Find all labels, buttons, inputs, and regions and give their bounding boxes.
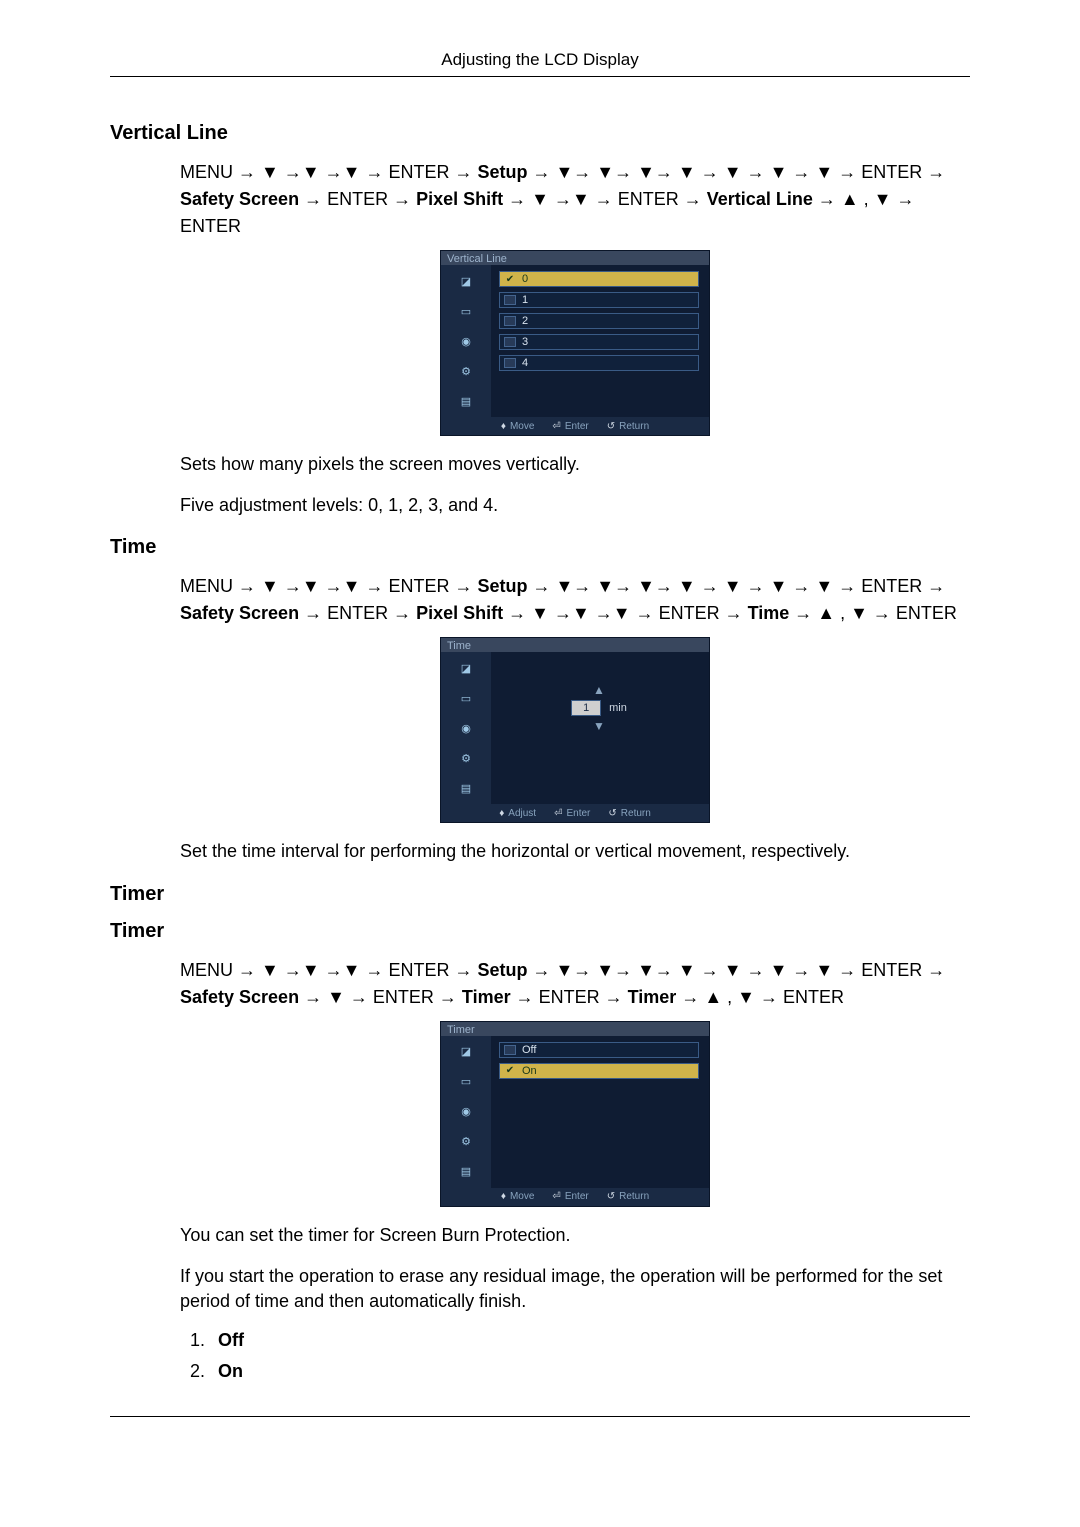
osd-timer: Timer ◪ ▭ ◉ ⚙ ▤ Off ✔On ♦Move: [440, 1021, 710, 1207]
nav-path-vertical-line: MENU → ▼ →▼ →▼ → ENTER → Setup → ▼→ ▼→ ▼…: [180, 159, 970, 240]
heading-timer-1: Timer: [110, 883, 970, 906]
vertical-line-desc-2: Five adjustment levels: 0, 1, 2, 3, and …: [180, 493, 970, 518]
heading-time: Time: [110, 536, 970, 559]
check-icon: ✔: [504, 274, 516, 284]
multi-icon: ▤: [451, 391, 481, 411]
enter-icon: ⏎: [554, 808, 562, 819]
check-icon: ✔: [504, 1066, 516, 1076]
osd-vertical-line: Vertical Line ◪ ▭ ◉ ⚙ ▤ ✔0 1 2 3 4: [440, 250, 710, 436]
picture-icon: ◪: [451, 271, 481, 291]
power-icon: ◉: [451, 331, 481, 351]
enter-icon: ⏎: [552, 421, 560, 432]
return-icon: ↺: [607, 421, 615, 432]
nav-path-time: MENU → ▼ →▼ →▼ → ENTER → Setup → ▼→ ▼→ ▼…: [180, 573, 970, 627]
osd-title: Vertical Line: [441, 251, 709, 265]
gear-icon: ⚙: [451, 361, 481, 381]
heading-timer-2: Timer: [110, 920, 970, 943]
check-icon: [504, 1045, 516, 1055]
input-icon: ▭: [451, 301, 481, 321]
list-item: On: [210, 1361, 970, 1382]
osd-option[interactable]: 4: [499, 355, 699, 371]
enter-icon: ⏎: [552, 1191, 560, 1202]
timer-desc-1: You can set the timer for Screen Burn Pr…: [180, 1223, 970, 1248]
timer-options-list: Off On: [210, 1330, 970, 1382]
list-item: Off: [210, 1330, 970, 1351]
osd-option[interactable]: 3: [499, 334, 699, 350]
check-icon: [504, 337, 516, 347]
osd-foot: ♦Move ⏎Enter ↺Return: [441, 417, 709, 435]
vertical-line-desc-1: Sets how many pixels the screen moves ve…: [180, 452, 970, 477]
return-icon: ↺: [607, 1191, 615, 1202]
time-desc: Set the time interval for performing the…: [180, 839, 970, 864]
move-icon: ♦: [501, 421, 506, 432]
osd-sidebar: ◪ ▭ ◉ ⚙ ▤: [441, 265, 491, 417]
osd-title: Timer: [441, 1022, 709, 1036]
heading-vertical-line: Vertical Line: [110, 122, 970, 145]
nav-path-timer: MENU → ▼ →▼ →▼ → ENTER → Setup → ▼→ ▼→ ▼…: [180, 957, 970, 1011]
osd-time: Time ◪ ▭ ◉ ⚙ ▤ ▲ 1 min: [440, 637, 710, 823]
osd-main: ▲ 1 min ▼: [491, 652, 709, 804]
osd-option[interactable]: Off: [499, 1042, 699, 1058]
check-icon: [504, 316, 516, 326]
osd-sidebar: ◪ ▭ ◉ ⚙ ▤: [441, 652, 491, 804]
osd-foot: ♦Adjust ⏎Enter ↺Return: [441, 804, 709, 822]
gear-icon: ⚙: [451, 748, 481, 768]
power-icon: ◉: [451, 718, 481, 738]
multi-icon: ▤: [451, 778, 481, 798]
time-unit: min: [609, 702, 627, 714]
return-icon: ↺: [608, 808, 616, 819]
osd-title: Time: [441, 638, 709, 652]
osd-main: ✔0 1 2 3 4: [491, 265, 709, 417]
picture-icon: ◪: [451, 658, 481, 678]
down-arrow-icon[interactable]: ▼: [593, 720, 605, 732]
osd-foot: ♦Move ⏎Enter ↺Return: [441, 1188, 709, 1206]
check-icon: [504, 358, 516, 368]
footer-rule: [110, 1416, 970, 1417]
osd-sidebar: ◪ ▭ ◉ ⚙ ▤: [441, 1036, 491, 1188]
check-icon: [504, 295, 516, 305]
time-value[interactable]: 1: [571, 700, 601, 716]
power-icon: ◉: [451, 1102, 481, 1122]
osd-option[interactable]: ✔On: [499, 1063, 699, 1079]
input-icon: ▭: [451, 1072, 481, 1092]
osd-option[interactable]: 1: [499, 292, 699, 308]
input-icon: ▭: [451, 688, 481, 708]
osd-option[interactable]: ✔0: [499, 271, 699, 287]
gear-icon: ⚙: [451, 1132, 481, 1152]
timer-desc-2: If you start the operation to erase any …: [180, 1264, 970, 1314]
adjust-icon: ♦: [499, 808, 504, 819]
up-arrow-icon[interactable]: ▲: [593, 684, 605, 696]
picture-icon: ◪: [451, 1042, 481, 1062]
move-icon: ♦: [501, 1191, 506, 1202]
multi-icon: ▤: [451, 1162, 481, 1182]
osd-option[interactable]: 2: [499, 313, 699, 329]
page-header: Adjusting the LCD Display: [110, 50, 970, 77]
osd-main: Off ✔On: [491, 1036, 709, 1188]
